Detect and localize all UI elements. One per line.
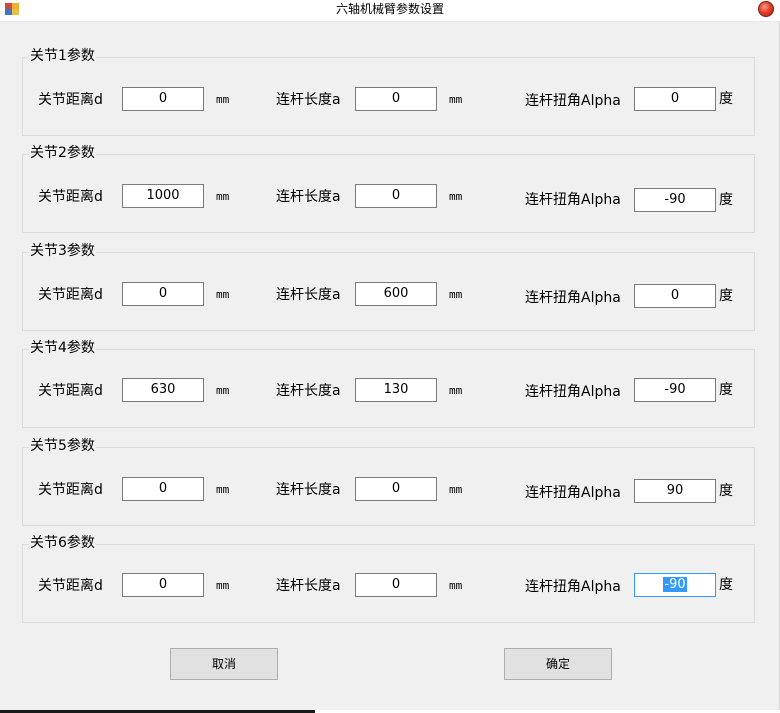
- joint-3-length-unit: mm: [449, 288, 463, 301]
- joint-6-length-input[interactable]: 0: [355, 573, 437, 597]
- joint-3-length-label: 连杆长度a: [276, 287, 341, 303]
- joint-1-distance-input[interactable]: 0: [122, 87, 204, 111]
- joint-4-length-input[interactable]: 130: [355, 378, 437, 402]
- joint-1-alpha-input[interactable]: 0: [634, 87, 716, 111]
- joint-5-alpha-label: 连杆扭角Alpha: [525, 485, 621, 501]
- dialog-window: 六轴机械臂参数设置 关节1参数 关节距离d 0 mm 连杆长度a 0 mm 连杆…: [0, 0, 780, 710]
- joint-1-distance-label: 关节距离d: [38, 92, 103, 108]
- joint-6-length-label: 连杆长度a: [276, 578, 341, 594]
- joint-4-length-label: 连杆长度a: [276, 383, 341, 399]
- joint-2-length-label: 连杆长度a: [276, 189, 341, 205]
- joint-5-alpha-input[interactable]: 90: [634, 479, 716, 503]
- joint-1-alpha-unit: 度: [719, 91, 733, 107]
- joint-4-alpha-unit: 度: [719, 382, 733, 398]
- joint-1-length-label: 连杆长度a: [276, 92, 341, 108]
- joint-2-alpha-label: 连杆扭角Alpha: [525, 192, 621, 208]
- joint-5-distance-input[interactable]: 0: [122, 477, 204, 501]
- window-title: 六轴机械臂参数设置: [335, 2, 444, 16]
- joint-5-length-label: 连杆长度a: [276, 482, 341, 498]
- joint-1-length-unit: mm: [449, 93, 463, 106]
- joint-4-distance-label: 关节距离d: [38, 383, 103, 399]
- title-bar[interactable]: 六轴机械臂参数设置: [0, 0, 780, 22]
- joint-6-alpha-input[interactable]: -90: [634, 573, 716, 597]
- joint-3-length-input[interactable]: 600: [355, 282, 437, 306]
- joint-6-length-unit: mm: [449, 579, 463, 592]
- joint-2-distance-label: 关节距离d: [38, 189, 103, 205]
- cancel-button[interactable]: 取消: [170, 648, 278, 680]
- joint-6-distance-label: 关节距离d: [38, 578, 103, 594]
- joint-5-length-input[interactable]: 0: [355, 477, 437, 501]
- joint-4-legend: 关节4参数: [29, 339, 96, 357]
- joint-2-length-input[interactable]: 0: [355, 184, 437, 208]
- joint-6-alpha-unit: 度: [719, 577, 733, 593]
- joint-4-distance-input[interactable]: 630: [122, 378, 204, 402]
- joint-6-alpha-selection: -90: [663, 577, 687, 592]
- joint-6-distance-input[interactable]: 0: [122, 573, 204, 597]
- joint-3-legend: 关节3参数: [29, 242, 96, 260]
- joint-3-alpha-input[interactable]: 0: [634, 284, 716, 308]
- joint-3-alpha-unit: 度: [719, 288, 733, 304]
- joint-6-legend: 关节6参数: [29, 534, 96, 552]
- joint-5-alpha-unit: 度: [719, 483, 733, 499]
- joint-4-alpha-label: 连杆扭角Alpha: [525, 384, 621, 400]
- joint-4-length-unit: mm: [449, 384, 463, 397]
- joint-4-distance-unit: mm: [216, 384, 230, 397]
- joint-5-distance-unit: mm: [216, 483, 230, 496]
- joint-2-distance-input[interactable]: 1000: [122, 184, 204, 208]
- joint-3-alpha-label: 连杆扭角Alpha: [525, 290, 621, 306]
- joint-6-distance-unit: mm: [216, 579, 230, 592]
- joint-5-legend: 关节5参数: [29, 437, 96, 455]
- joint-6-alpha-label: 连杆扭角Alpha: [525, 579, 621, 595]
- joint-1-length-input[interactable]: 0: [355, 87, 437, 111]
- joint-3-distance-input[interactable]: 0: [122, 282, 204, 306]
- joint-2-alpha-unit: 度: [719, 192, 733, 208]
- joint-2-legend: 关节2参数: [29, 144, 96, 162]
- joint-2-length-unit: mm: [449, 190, 463, 203]
- ok-button[interactable]: 确定: [504, 648, 612, 680]
- joint-1-alpha-label: 连杆扭角Alpha: [525, 93, 621, 109]
- joint-2-alpha-input[interactable]: -90: [634, 188, 716, 212]
- joint-1-legend: 关节1参数: [29, 47, 96, 65]
- joint-4-alpha-input[interactable]: -90: [634, 378, 716, 402]
- joint-3-distance-unit: mm: [216, 288, 230, 301]
- joint-5-length-unit: mm: [449, 483, 463, 496]
- close-icon[interactable]: [758, 1, 774, 17]
- joint-2-distance-unit: mm: [216, 190, 230, 203]
- joint-1-distance-unit: mm: [216, 93, 230, 106]
- joint-5-distance-label: 关节距离d: [38, 482, 103, 498]
- joint-3-distance-label: 关节距离d: [38, 287, 103, 303]
